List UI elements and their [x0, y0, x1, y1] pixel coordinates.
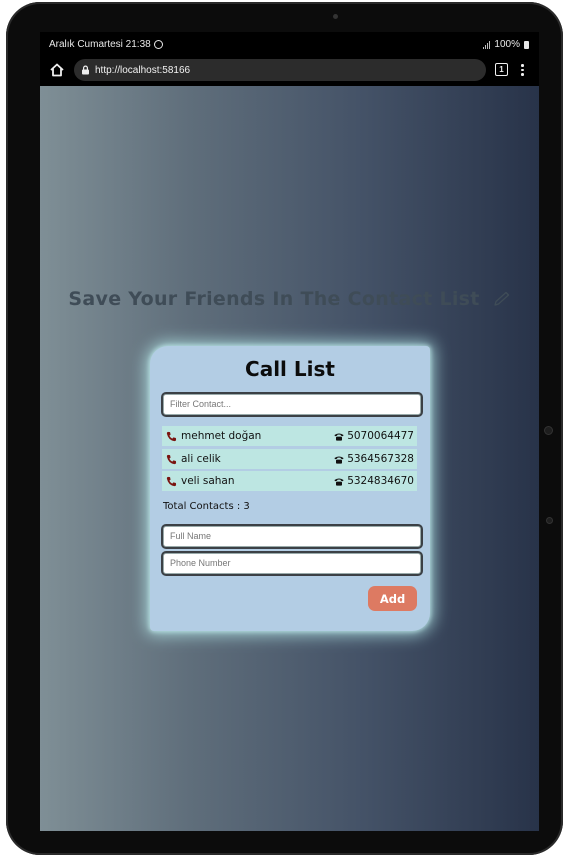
telephone-icon: [334, 456, 344, 464]
page-headline: Save Your Friends In The Contact List: [40, 288, 539, 310]
contact-phone: 5364567328: [334, 453, 414, 465]
total-contacts: Total Contacts : 3: [163, 501, 250, 512]
browser-toolbar: http://localhost:58166 1: [40, 56, 539, 86]
contact-phone: 5070064477: [334, 430, 414, 442]
add-button[interactable]: Add: [368, 586, 417, 611]
contact-phone-number: 5364567328: [347, 453, 414, 465]
device-screen: Aralık Cumartesi 21:38 100% http://local…: [40, 32, 539, 831]
contact-phone: 5324834670: [334, 475, 414, 487]
phone-icon: [166, 454, 177, 464]
telephone-icon: [334, 433, 344, 441]
phone-number-input[interactable]: Phone Number: [163, 553, 421, 574]
status-datetime: Aralık Cumartesi 21:38: [49, 39, 151, 50]
url-bar[interactable]: http://localhost:58166: [74, 59, 486, 81]
contact-row[interactable]: ali celik 5364567328: [162, 449, 417, 469]
home-icon[interactable]: [49, 62, 65, 78]
card-title: Call List: [245, 357, 335, 381]
phone-icon: [166, 431, 177, 441]
side-sensor: [544, 426, 553, 435]
full-name-input[interactable]: Full Name: [163, 526, 421, 547]
status-bar: Aralık Cumartesi 21:38 100%: [40, 32, 539, 56]
front-camera: [333, 14, 338, 19]
contact-row[interactable]: mehmet doğan 5070064477: [162, 426, 417, 446]
signal-icon: [483, 40, 491, 49]
status-left: Aralık Cumartesi 21:38: [49, 39, 163, 50]
phone-icon: [166, 476, 177, 486]
page-viewport: Save Your Friends In The Contact List Ca…: [40, 86, 539, 831]
side-sensor-2: [546, 517, 553, 524]
battery-icon: [524, 40, 529, 49]
telephone-icon: [334, 478, 344, 486]
filter-input[interactable]: Filter Contact...: [163, 394, 421, 415]
url-text: http://localhost:58166: [95, 64, 191, 76]
contact-phone-number: 5324834670: [347, 475, 414, 487]
contact-row[interactable]: veli sahan 5324834670: [162, 471, 417, 491]
tablet-frame: Aralık Cumartesi 21:38 100% http://local…: [6, 2, 563, 855]
lock-icon: [82, 65, 89, 75]
battery-percent: 100%: [494, 39, 520, 50]
contact-name: ali celik: [181, 453, 221, 465]
kebab-menu-icon[interactable]: [521, 64, 525, 78]
contact-name: mehmet doğan: [181, 430, 262, 442]
contact-name: veli sahan: [181, 475, 235, 487]
pencil-icon: [493, 291, 509, 306]
contact-card: Call List Filter Contact... mehmet doğan…: [150, 346, 430, 631]
tab-switcher-button[interactable]: 1: [495, 63, 508, 76]
message-icon: [153, 40, 163, 49]
headline-text: Save Your Friends In The Contact List: [68, 288, 480, 310]
contact-phone-number: 5070064477: [347, 430, 414, 442]
status-right: 100%: [483, 39, 529, 50]
